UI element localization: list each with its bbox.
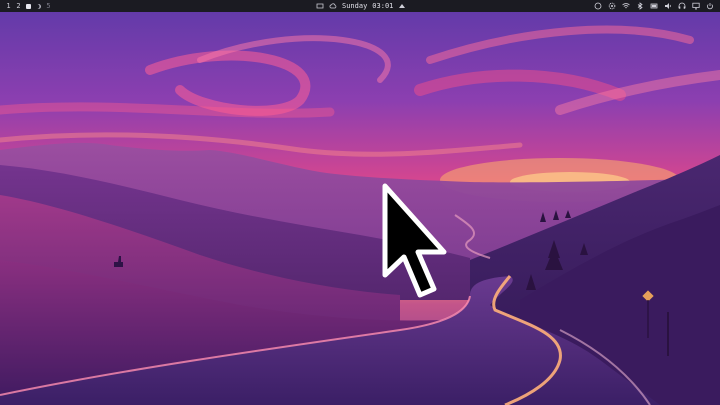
system-tray — [594, 0, 714, 12]
mouse-cursor-icon — [382, 183, 447, 298]
clock-day: Sunday — [342, 2, 368, 10]
top-bar: 1 2 5 Sunday 03:01 — [0, 0, 720, 12]
clock-area[interactable]: Sunday 03:01 — [316, 0, 406, 12]
settings-gear-icon[interactable] — [608, 2, 616, 10]
wifi-icon[interactable] — [622, 2, 630, 10]
desktop: 1 2 5 Sunday 03:01 — [0, 0, 720, 405]
workspace-switcher: 1 2 5 — [6, 0, 51, 12]
notification-icon[interactable] — [316, 2, 324, 10]
workspace-1[interactable]: 1 — [6, 0, 11, 12]
workspace-2[interactable]: 2 — [16, 0, 21, 12]
speaker-icon[interactable] — [664, 2, 672, 10]
clock-time: 03:01 — [372, 2, 394, 10]
bluetooth-icon[interactable] — [636, 2, 644, 10]
power-icon[interactable] — [706, 2, 714, 10]
indicator-icon — [398, 2, 406, 10]
display-icon[interactable] — [692, 2, 700, 10]
wallpaper — [0, 0, 720, 405]
battery-icon[interactable] — [650, 2, 658, 10]
headphones-icon[interactable] — [678, 2, 686, 10]
workspace-moon-icon[interactable] — [36, 4, 41, 9]
workspace-5[interactable]: 5 — [46, 0, 51, 12]
status-circle-icon[interactable] — [594, 2, 602, 10]
weather-cloud-icon — [329, 2, 337, 10]
workspace-active-icon[interactable] — [26, 3, 31, 9]
